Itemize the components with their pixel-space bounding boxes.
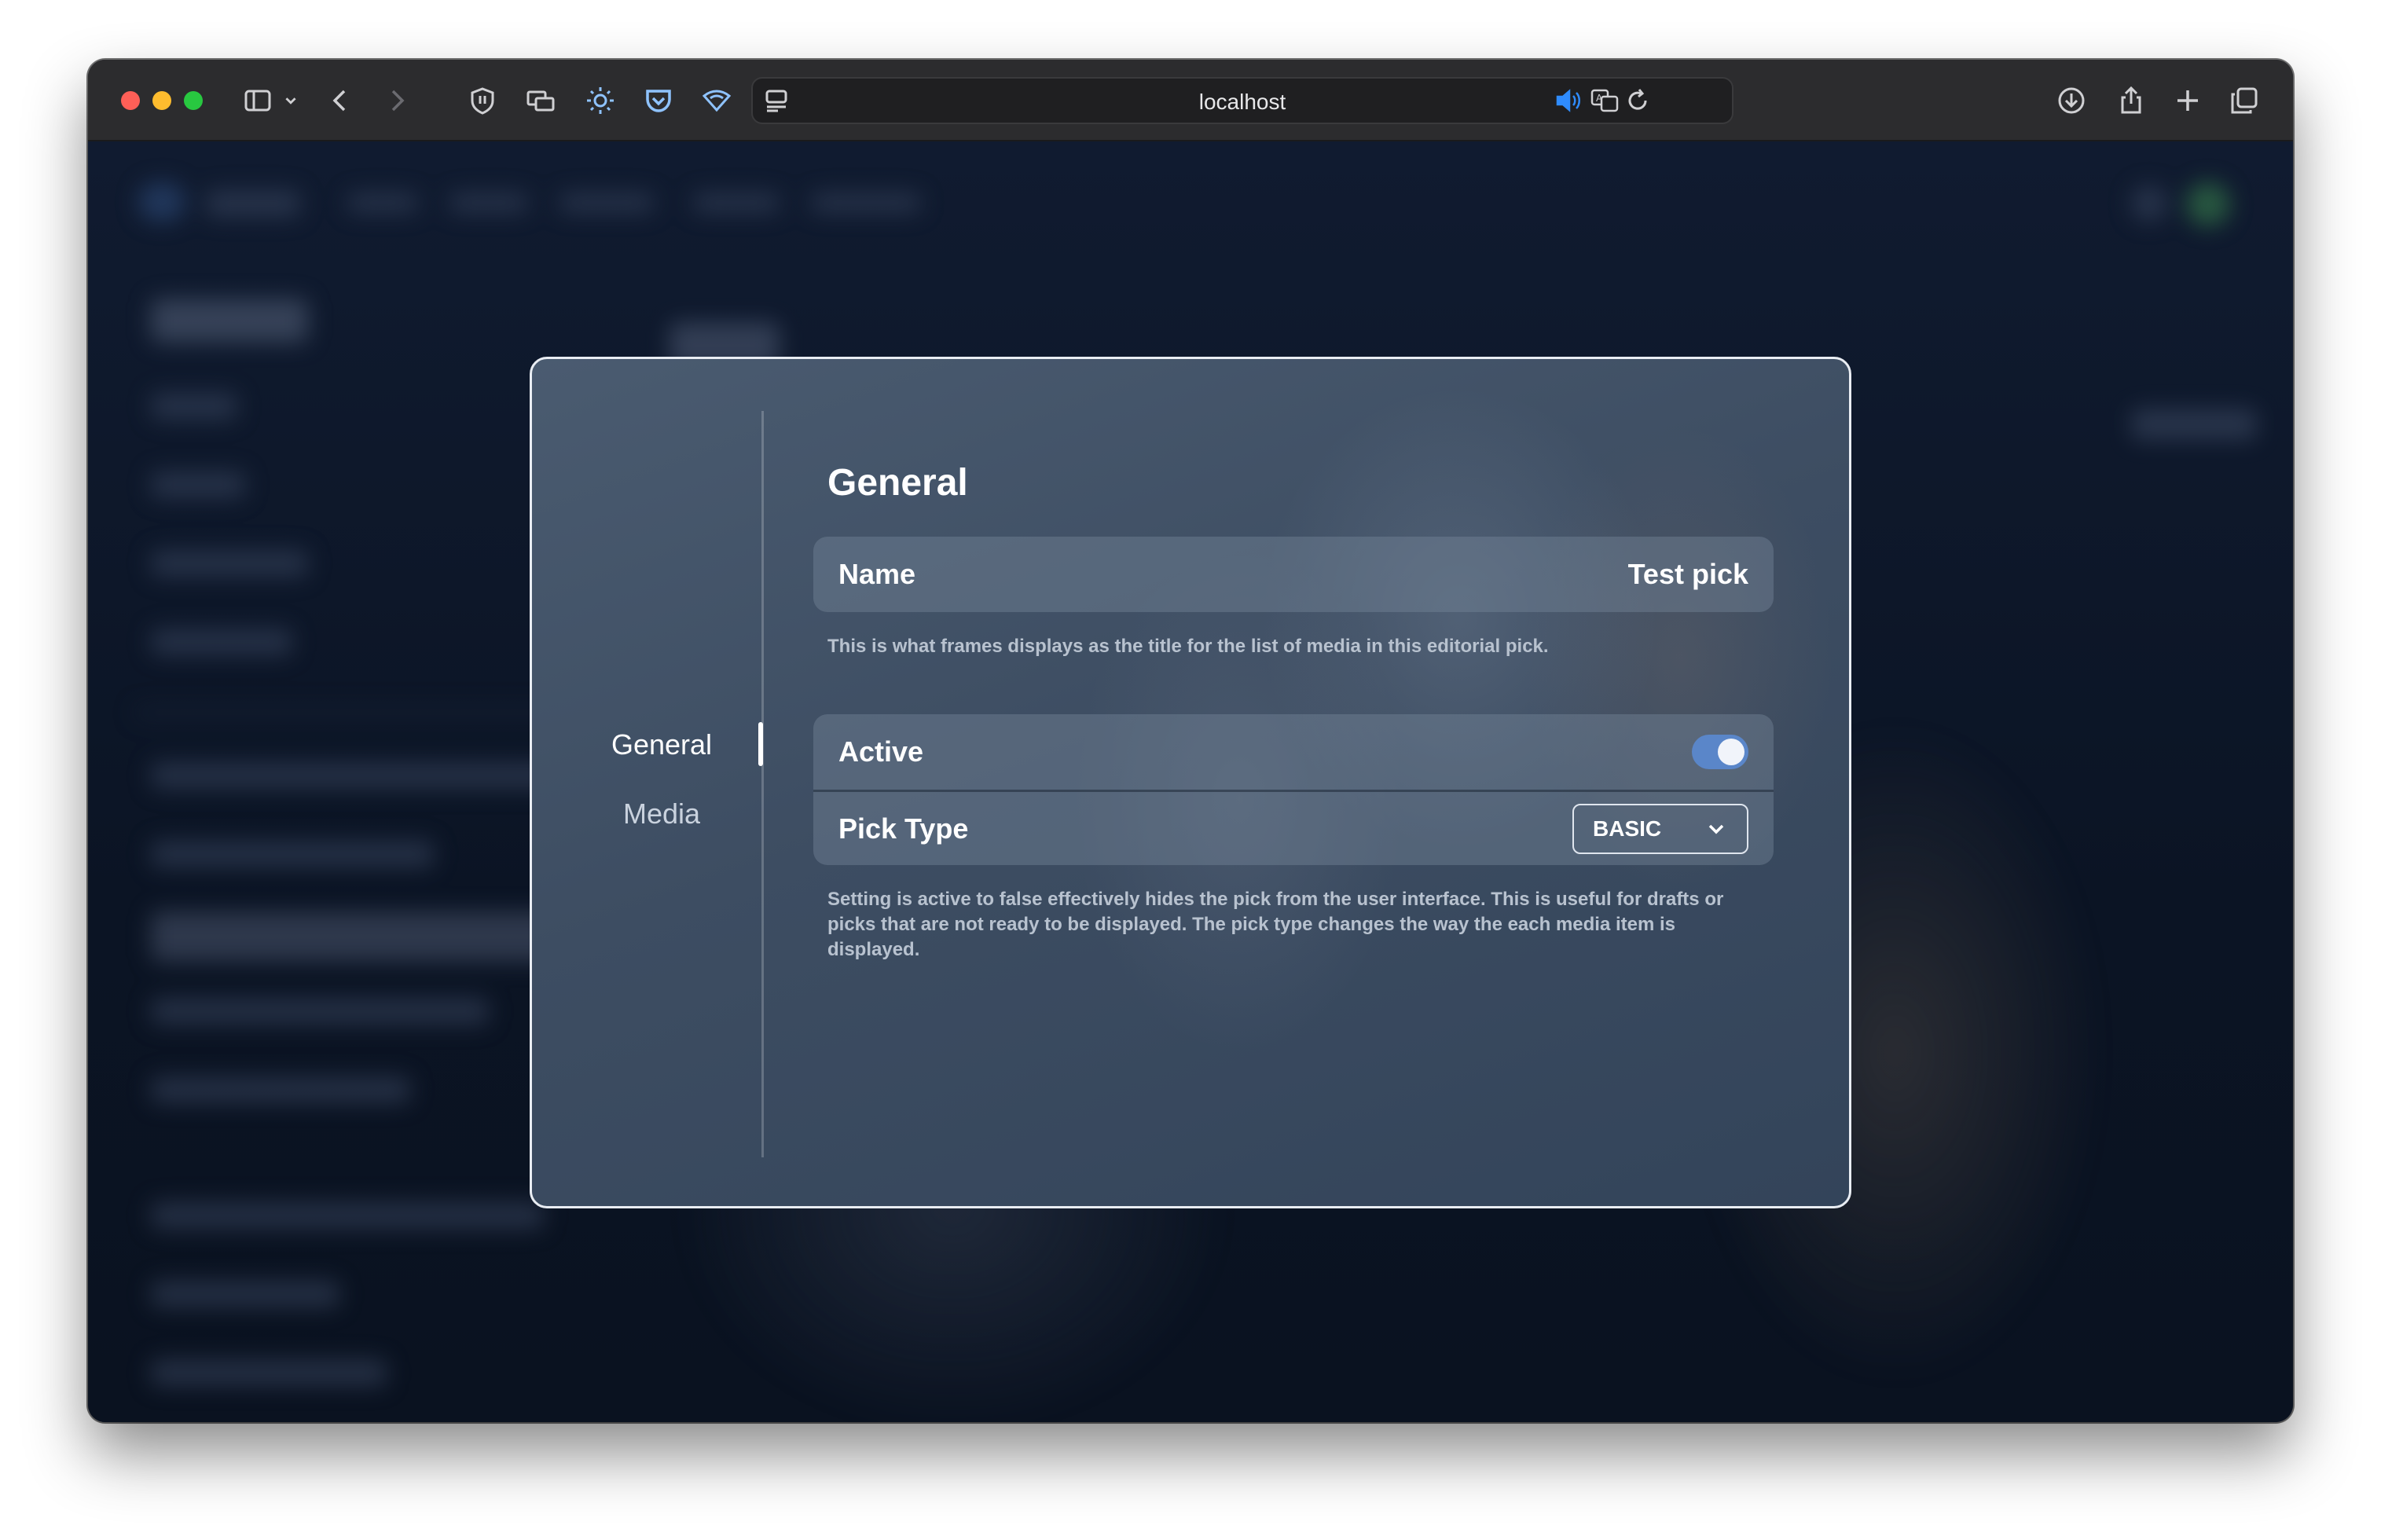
translate-icon[interactable]: A [1587,83,1622,118]
browser-window: localhost A General Media General Name T… [88,60,2293,1422]
settings-card: Active Pick Type BASIC [813,714,1774,865]
nav-active-indicator [758,722,763,766]
shield-icon[interactable] [465,83,500,118]
name-card: Name Test pick [813,537,1774,612]
active-toggle[interactable] [1692,735,1748,769]
back-icon[interactable] [324,83,358,118]
chevron-down-icon [1708,824,1724,834]
brightness-icon[interactable] [583,83,618,118]
name-label: Name [838,558,916,590]
zoom-window-button[interactable] [184,91,203,110]
tabs-overview-icon[interactable] [2227,83,2262,118]
pick-type-label: Pick Type [838,812,969,845]
section-title: General [827,462,968,504]
nav-item-media[interactable]: Media [579,798,744,830]
pick-type-row: Pick Type BASIC [813,790,1774,865]
screens-icon[interactable] [523,83,558,118]
background-nav [119,173,2241,228]
name-value[interactable]: Test pick [1628,558,1748,591]
name-help-text: This is what frames displays as the titl… [827,636,1549,657]
download-icon[interactable] [2054,83,2089,118]
browser-toolbar: localhost A [88,60,2293,141]
minimize-window-button[interactable] [152,91,171,110]
speaker-icon[interactable] [1551,83,1586,118]
address-bar[interactable]: localhost A [751,77,1733,124]
nav-item-general[interactable]: General [579,728,744,761]
background-button [2131,409,2257,440]
pick-type-selected: BASIC [1593,816,1662,841]
reload-icon[interactable] [1620,83,1655,118]
active-label: Active [838,735,924,768]
nav-divider [761,411,764,1157]
svg-text:A: A [1596,93,1603,104]
close-window-button[interactable] [121,91,140,110]
active-row: Active [813,714,1774,790]
forward-icon[interactable] [379,83,413,118]
toggle-knob [1718,739,1744,765]
chevron-down-icon[interactable] [280,83,302,118]
name-row[interactable]: Name Test pick [813,537,1774,612]
edit-pick-modal: General Media General Name Test pick Thi… [530,357,1851,1208]
pick-type-select[interactable]: BASIC [1572,803,1748,854]
pocket-icon[interactable] [641,83,676,118]
settings-help-text: Setting is active to false effectively h… [827,889,1724,960]
sidebar-icon[interactable] [240,83,275,118]
new-tab-icon[interactable] [2170,83,2205,118]
share-icon[interactable] [2114,83,2148,118]
wifi-extension-icon[interactable] [699,83,734,118]
